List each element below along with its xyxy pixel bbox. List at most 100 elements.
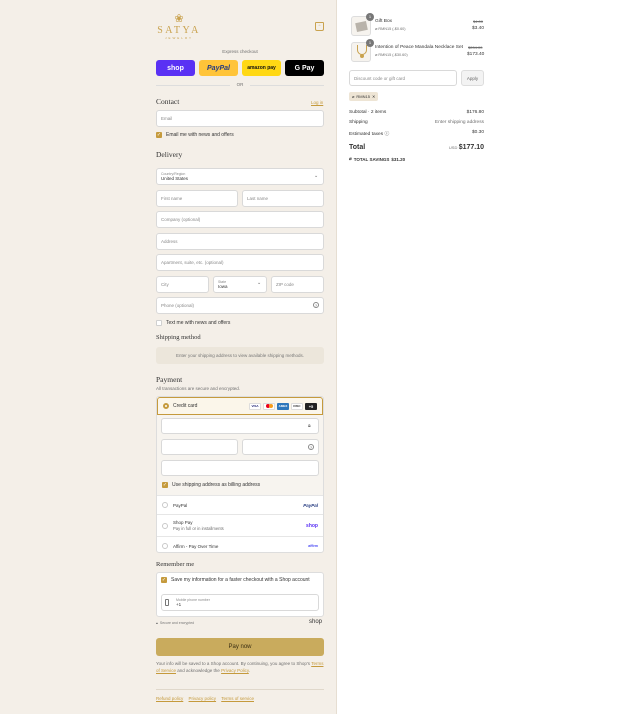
- company-field[interactable]: Company (optional): [156, 211, 324, 228]
- radio-icon[interactable]: [162, 543, 168, 549]
- login-link[interactable]: Log in: [311, 100, 323, 105]
- radio-icon[interactable]: [162, 502, 168, 508]
- pay-now-button[interactable]: Pay now: [156, 638, 324, 656]
- help-icon[interactable]: ?: [313, 302, 319, 308]
- save-info-label: Save my information for a faster checkou…: [171, 577, 310, 583]
- item-discount: ⌀ RMN15 (-$0.60): [375, 27, 406, 31]
- mobile-phone-value: +1: [176, 602, 182, 607]
- shop-pay-logo: shop: [306, 522, 318, 529]
- mastercard-icon: [263, 402, 275, 410]
- terms-of-service-link[interactable]: Terms of service: [221, 696, 254, 701]
- affirm-label: Affirm - Pay Over Time: [173, 543, 219, 549]
- text-news-checkbox[interactable]: Text me with news and offers: [156, 320, 230, 326]
- radio-icon[interactable]: [162, 522, 168, 529]
- apply-button[interactable]: Apply: [461, 70, 484, 86]
- gift-box-image: [355, 20, 368, 33]
- shop-pay-label: Shop Pay: [173, 520, 193, 525]
- payment-heading: Payment: [156, 375, 183, 384]
- privacy-link[interactable]: Privacy Policy: [221, 668, 249, 673]
- credit-card-option[interactable]: Credit card VISA AMEX DISC +5: [157, 397, 323, 415]
- mobile-phone-field[interactable]: Mobile phone number +1: [161, 594, 319, 611]
- delivery-heading: Delivery: [156, 150, 183, 159]
- shipping-label: Shipping: [349, 120, 368, 125]
- amazon-pay-button[interactable]: amazon pay: [242, 60, 281, 76]
- or-label: OR: [236, 82, 244, 87]
- name-on-card-field[interactable]: [161, 460, 319, 476]
- billing-address-checkbox[interactable]: ✓ Use shipping address as billing addres…: [162, 482, 260, 488]
- email-field[interactable]: Email: [156, 110, 324, 127]
- first-name-field[interactable]: First name: [156, 190, 238, 207]
- paypal-button[interactable]: PayPal: [199, 60, 238, 76]
- city-field[interactable]: City: [156, 276, 209, 293]
- shipping-method-heading: Shipping method: [156, 334, 201, 341]
- shop-logo: shop: [309, 619, 323, 625]
- shipping-value: Enter shipping address: [434, 120, 484, 125]
- card-number-field[interactable]: [161, 418, 319, 434]
- visa-icon: VISA: [249, 402, 261, 410]
- country-select[interactable]: Country/Region United States: [156, 168, 324, 185]
- contact-heading: Contact: [156, 97, 180, 106]
- quantity-badge: 1: [366, 39, 374, 47]
- save-info-checkbox[interactable]: ✓ Save my information for a faster check…: [161, 577, 310, 583]
- affirm-option[interactable]: Affirm - Pay Over Time affirm: [157, 536, 323, 552]
- discount-code-field[interactable]: Discount code or gift card: [349, 70, 457, 86]
- email-news-checkbox[interactable]: ✓ Email me with news and offers: [156, 132, 234, 138]
- refund-policy-link[interactable]: Refund policy: [156, 696, 183, 701]
- apartment-field[interactable]: Apartment, suite, etc. (optional): [156, 254, 324, 271]
- brand-logo[interactable]: ❀ SATYA JEWELRY: [156, 14, 202, 41]
- help-icon[interactable]: ⓘ: [384, 132, 389, 137]
- secure-note: 🔒︎ Secure and encrypted: [156, 621, 194, 625]
- checkbox-checked-icon[interactable]: ✓: [162, 482, 168, 488]
- savings-value: $31.20: [391, 156, 406, 162]
- email-news-label: Email me with news and offers: [166, 132, 234, 138]
- affirm-logo: affirm: [308, 544, 318, 548]
- phone-field[interactable]: Phone (optional): [156, 297, 324, 314]
- checkbox-checked-icon[interactable]: ✓: [156, 132, 162, 138]
- text-news-label: Text me with news and offers: [166, 320, 231, 326]
- last-name-field[interactable]: Last name: [242, 190, 324, 207]
- paypal-logo: PayPal: [303, 502, 318, 508]
- checkbox-checked-icon[interactable]: ✓: [161, 577, 167, 583]
- legal-text: Your info will be saved to a Shop accoun…: [156, 661, 324, 674]
- payment-subtitle: All transactions are secure and encrypte…: [156, 386, 241, 391]
- card-brands: VISA AMEX DISC +5: [249, 402, 317, 410]
- discount-tag: ⌀ RMN15 ✕: [349, 92, 379, 101]
- taxes-label: Estimated taxes: [349, 132, 384, 137]
- privacy-policy-link[interactable]: Privacy policy: [189, 696, 217, 701]
- more-cards-badge: +5: [305, 402, 317, 410]
- shipping-row: Shipping Enter shipping address: [349, 120, 484, 125]
- taxes-value: $0.30: [471, 130, 484, 135]
- lock-icon: 🔒︎: [156, 621, 158, 625]
- remove-icon[interactable]: ✕: [372, 94, 375, 99]
- item-original-price: $204.00: [468, 45, 483, 50]
- expiration-field[interactable]: [161, 439, 238, 455]
- shop-pay-sublabel: Pay in full or in installments: [173, 526, 224, 531]
- item-price: $173.40: [467, 52, 485, 57]
- item-discount-text: RMN15 (-$0.60): [378, 27, 406, 31]
- quantity-badge: 1: [366, 13, 374, 21]
- chevron-down-icon: ⌄: [314, 173, 319, 179]
- item-discount: ⌀ RMN15 (-$30.60): [375, 53, 408, 57]
- radio-selected-icon[interactable]: [163, 403, 169, 409]
- currency-code: USD: [448, 145, 458, 150]
- footer-divider: [156, 689, 324, 690]
- zip-field[interactable]: ZIP code: [271, 276, 324, 293]
- remember-me-heading: Remember me: [156, 561, 195, 568]
- paypal-option[interactable]: PayPal PayPal: [157, 495, 323, 514]
- shop-pay-option[interactable]: Shop Pay Pay in full or in installments …: [157, 514, 323, 536]
- tag-icon: ⌀: [352, 94, 355, 99]
- payment-options: Credit card VISA AMEX DISC +5 🔒︎ ? ✓ Use…: [156, 396, 324, 553]
- subtotal-label: Subtotal · 2 items: [349, 110, 387, 115]
- address-field[interactable]: Address: [156, 233, 324, 250]
- taxes-row: Estimated taxes ⓘ $0.30: [349, 130, 484, 137]
- google-pay-button[interactable]: G Pay: [285, 60, 324, 76]
- shopping-bag-icon[interactable]: ▫: [315, 22, 324, 31]
- gift-box-thumbnail: 1: [351, 13, 374, 36]
- shop-pay-button[interactable]: shop: [156, 60, 195, 76]
- help-icon[interactable]: ?: [308, 444, 314, 450]
- item-price: $3.40: [472, 26, 485, 31]
- lock-icon: 🔒︎: [308, 423, 311, 429]
- brand-tagline: JEWELRY: [164, 36, 194, 40]
- checkbox-empty-icon[interactable]: [156, 320, 162, 326]
- item-discount-text: RMN15 (-$30.60): [378, 53, 408, 57]
